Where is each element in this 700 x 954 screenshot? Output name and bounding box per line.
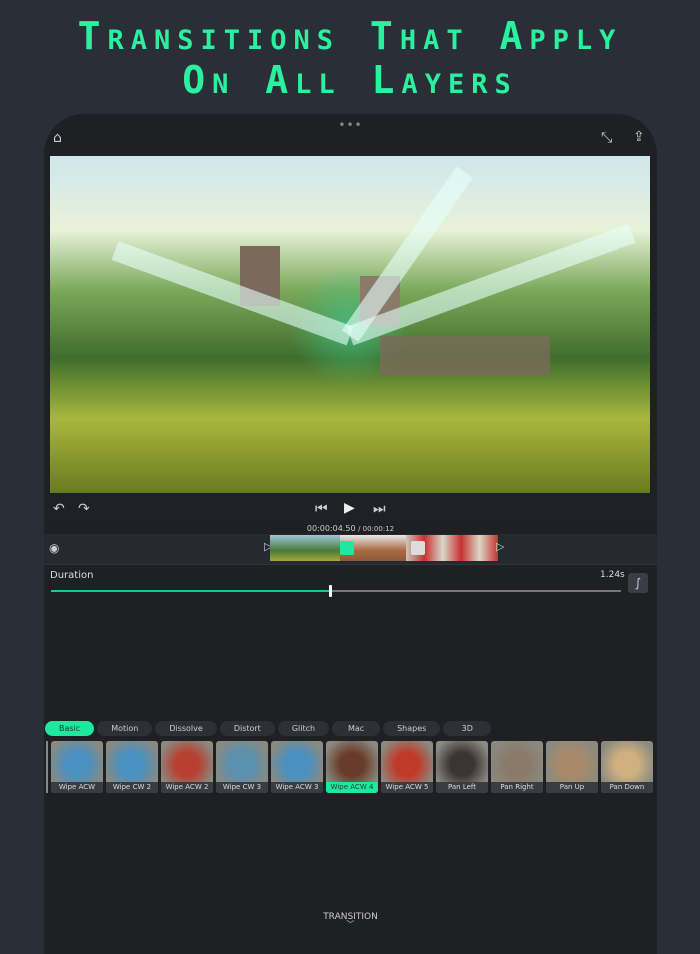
transition-label: Wipe CW 2: [106, 782, 158, 793]
tab-mac[interactable]: Mac: [332, 721, 381, 736]
skip-back-icon[interactable]: ⏮: [315, 501, 328, 517]
transition-label: Pan Up: [546, 782, 598, 793]
app-window: ••• ⌂ ⤡ ⇪ ↶ ↷ ⏮ ▶ ⏭ 00:00:04.50 / 00:00:…: [44, 114, 657, 954]
undo-icon[interactable]: ↶: [53, 501, 65, 517]
category-tabs: Basic Motion Dissolve Distort Glitch Mac Shape…: [45, 721, 492, 736]
duration-value: 1.24s: [600, 570, 625, 580]
transition-thumb[interactable]: Pan Up: [546, 741, 598, 793]
easing-curve-button[interactable]: ∫: [628, 573, 648, 593]
transition-thumb[interactable]: Wipe CW 2: [106, 741, 158, 793]
redo-icon[interactable]: ↷: [78, 501, 90, 517]
headline-line-1: Transitions That Apply: [77, 14, 623, 58]
transition-thumb[interactable]: Pan Down: [601, 741, 653, 793]
tab-motion[interactable]: Motion: [97, 721, 153, 736]
tab-3d[interactable]: 3D: [443, 721, 492, 736]
transition-label: Wipe CW 3: [216, 782, 268, 793]
timeline[interactable]: ◉ ▷ ▷: [44, 534, 657, 564]
transition-label: Pan Down: [601, 782, 653, 793]
skip-forward-icon[interactable]: ⏭: [373, 501, 386, 517]
tab-dissolve[interactable]: Dissolve: [155, 721, 217, 736]
transition-thumb[interactable]: Wipe ACW 2: [161, 741, 213, 793]
transition-marker-active[interactable]: [340, 541, 354, 555]
duration-label: Duration: [50, 570, 94, 581]
expand-icon[interactable]: ⤡: [601, 130, 612, 146]
time-readout: 00:00:04.50 / 00:00:12: [44, 524, 657, 533]
share-icon[interactable]: ⇪: [633, 129, 645, 145]
tab-basic[interactable]: Basic: [45, 721, 95, 736]
tab-shapes[interactable]: Shapes: [383, 721, 441, 736]
transition-thumb[interactable]: Wipe ACW: [51, 741, 103, 793]
transition-label: Wipe ACW 5: [381, 782, 433, 793]
transition-thumb[interactable]: Wipe CW 3: [216, 741, 268, 793]
transition-list: Wipe ACW Wipe CW 2 Wipe ACW 2 Wipe CW 3 Wipe…: [46, 741, 653, 793]
transition-label: Wipe ACW: [51, 782, 103, 793]
play-icon[interactable]: ▶: [344, 500, 355, 516]
duration-slider[interactable]: [51, 585, 621, 597]
duration-slider-thumb[interactable]: [329, 585, 333, 597]
timeline-end-marker-icon[interactable]: ▷: [496, 540, 504, 553]
transition-thumb[interactable]: Wipe ACW 5: [381, 741, 433, 793]
visibility-eye-icon[interactable]: ◉: [49, 541, 59, 555]
duration-slider-fill: [51, 590, 331, 592]
transition-label: Wipe ACW 3: [271, 782, 323, 793]
more-dots-icon[interactable]: •••: [44, 118, 657, 132]
transition-marker[interactable]: [411, 541, 425, 555]
transition-label: Pan Left: [436, 782, 488, 793]
video-preview[interactable]: [50, 156, 650, 493]
transition-thumb-partial[interactable]: [46, 741, 48, 793]
clip-landscape[interactable]: [270, 535, 340, 561]
home-icon[interactable]: ⌂: [53, 130, 62, 146]
preview-castle-wall: [380, 336, 550, 376]
transition-thumb[interactable]: Wipe ACW 3: [271, 741, 323, 793]
transition-label: Pan Right: [491, 782, 543, 793]
transition-label: Wipe ACW 4: [326, 782, 378, 793]
chevron-down-icon: ﹀: [346, 920, 355, 929]
headline-line-2: On All Layers: [182, 58, 518, 102]
duration-panel: Duration 1.24s ∫: [44, 564, 657, 597]
transition-thumb[interactable]: Pan Right: [491, 741, 543, 793]
current-time: 00:00:04.50: [306, 524, 356, 533]
playback-controls: ↶ ↷ ⏮ ▶ ⏭: [44, 494, 657, 524]
wipe-ray: [111, 241, 354, 346]
transition-panel-toggle[interactable]: TRANSITION ﹀: [44, 912, 657, 929]
transition-label: Wipe ACW 2: [161, 782, 213, 793]
tab-glitch[interactable]: Glitch: [277, 721, 330, 736]
transition-thumb[interactable]: Pan Left: [436, 741, 488, 793]
headline: Transitions That Apply On All Layers: [0, 14, 700, 102]
tab-distort[interactable]: Distort: [219, 721, 275, 736]
transition-thumb[interactable]: Wipe ACW 4: [326, 741, 378, 793]
total-time: / 00:00:12: [358, 525, 395, 533]
